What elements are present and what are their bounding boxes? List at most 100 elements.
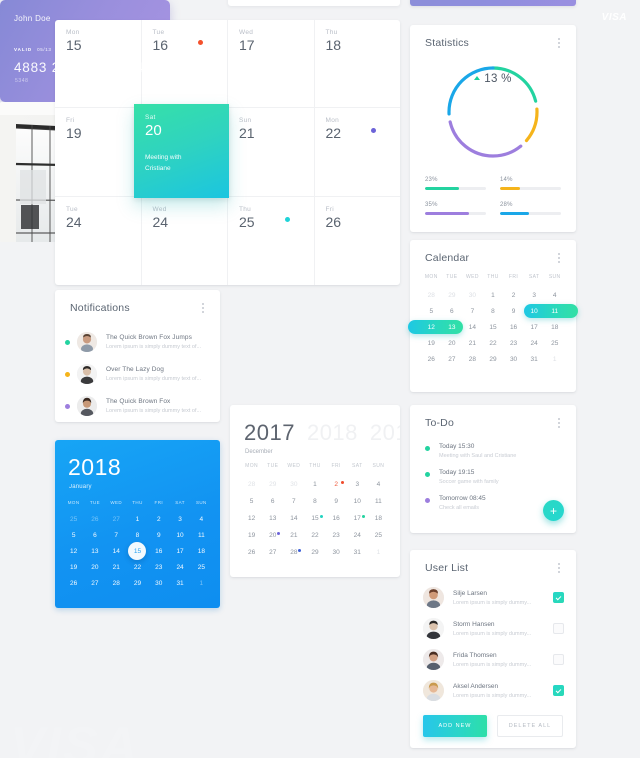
calendar-day[interactable]: 21 [106, 559, 127, 575]
year-selector[interactable]: 2017 2018 2019 [244, 420, 400, 446]
calendar-day[interactable]: 6 [84, 527, 105, 543]
calendar-day[interactable]: 26 [421, 351, 442, 367]
calendar-year-next2[interactable]: 2019 [370, 420, 400, 445]
calendar-day[interactable]: 27 [262, 544, 283, 561]
calendar-day[interactable]: 23 [326, 527, 347, 544]
calendar-day[interactable]: 27 [84, 575, 105, 591]
add-new-button[interactable]: ADD NEW [423, 715, 487, 737]
day-cell[interactable]: Thu 25 [228, 196, 315, 285]
user-list-menu-icon[interactable] [554, 561, 564, 575]
calendar-day[interactable]: 31 [524, 351, 545, 367]
user-checkbox[interactable] [553, 685, 564, 696]
table-row[interactable]: Aksel Andersen Lorem ipsum is simply dum… [410, 675, 576, 706]
day-cell[interactable]: Wed 17 [228, 20, 315, 109]
calendar-day[interactable]: 22 [127, 559, 148, 575]
calendar-day[interactable]: 1 [368, 544, 389, 561]
calendar-day[interactable]: 30 [503, 351, 524, 367]
calendar-day[interactable]: 28 [241, 476, 262, 493]
user-checkbox[interactable] [553, 654, 564, 665]
add-todo-button[interactable]: + [543, 500, 564, 521]
calendar-day[interactable]: 20 [442, 335, 463, 351]
calendar-day[interactable]: 19 [63, 559, 84, 575]
list-item[interactable]: The Quick Brown Fox Jumps Lorem ipsum is… [55, 326, 220, 358]
calendar-day[interactable]: 25 [544, 335, 565, 351]
calendar-day[interactable]: 1 [191, 575, 212, 591]
list-item[interactable]: Over The Lazy Dog Lorem ipsum is simply … [55, 358, 220, 390]
calendar-day[interactable]: 18 [191, 543, 212, 559]
user-checkbox[interactable] [553, 623, 564, 634]
calendar-day[interactable]: 28 [421, 287, 442, 303]
calendar-day[interactable]: 4 [368, 476, 389, 493]
calendar-day[interactable]: 12 [241, 510, 262, 527]
calendar-day[interactable]: 9 [148, 527, 169, 543]
day-cell[interactable]: Mon 22 [314, 108, 400, 197]
calendar-day[interactable]: 18 [368, 510, 389, 527]
calendar-day[interactable]: 29 [304, 544, 325, 561]
day-cell[interactable]: Thu 18 [314, 20, 400, 109]
calendar-day[interactable]: 13 [262, 510, 283, 527]
table-row[interactable]: Frida Thomsen Lorem ipsum is simply dumm… [410, 644, 576, 675]
calendar-day[interactable]: 18 [544, 319, 565, 335]
calendar-day[interactable]: 12 [63, 543, 84, 559]
calendar-day[interactable]: 29 [442, 287, 463, 303]
calendar-day[interactable]: 19 [421, 335, 442, 351]
day-cell[interactable]: Fri 19 [55, 108, 142, 197]
calendar-day[interactable]: 8 [127, 527, 148, 543]
calendar-day[interactable]: 13 [442, 319, 463, 335]
calendar-day[interactable]: 5 [241, 493, 262, 510]
calendar-day[interactable]: 26 [84, 511, 105, 527]
calendar-day[interactable]: 3 [524, 287, 545, 303]
calendar-day[interactable]: 9 [326, 493, 347, 510]
calendar-day[interactable]: 16 [326, 510, 347, 527]
todo-menu-icon[interactable] [554, 416, 564, 430]
calendar-day[interactable]: 11 [191, 527, 212, 543]
calendar-day[interactable]: 16 [503, 319, 524, 335]
calendar-day[interactable]: 7 [462, 303, 483, 319]
selected-event-tile[interactable]: Sat 20 Meeting with Cristiane [134, 104, 229, 198]
calendar-day[interactable]: 31 [347, 544, 368, 561]
calendar-day[interactable]: 1 [127, 511, 148, 527]
calendar-day[interactable]: 1 [483, 287, 504, 303]
calendar-menu-icon[interactable] [554, 251, 564, 265]
calendar-day[interactable]: 27 [442, 351, 463, 367]
calendar-day[interactable]: 21 [283, 527, 304, 544]
calendar-day[interactable]: 11 [544, 303, 565, 319]
calendar-day[interactable]: 6 [442, 303, 463, 319]
table-row[interactable]: Storm Hansen Lorem ipsum is simply dummy… [410, 613, 576, 644]
calendar-day[interactable]: 3 [169, 511, 190, 527]
calendar-day[interactable]: 23 [503, 335, 524, 351]
calendar-day[interactable]: 2 [148, 511, 169, 527]
calendar-day[interactable]: 6 [262, 493, 283, 510]
calendar-day[interactable]: 24 [169, 559, 190, 575]
calendar-day[interactable]: 1 [544, 351, 565, 367]
calendar-day[interactable]: 21 [462, 335, 483, 351]
calendar-day[interactable]: 2 [326, 476, 347, 493]
calendar-day[interactable]: 25 [368, 527, 389, 544]
calendar-day[interactable]: 26 [241, 544, 262, 561]
calendar-day[interactable]: 27 [106, 511, 127, 527]
calendar-day[interactable]: 30 [283, 476, 304, 493]
day-cell[interactable]: Sun 21 [228, 108, 315, 197]
calendar-day[interactable]: 10 [524, 303, 545, 319]
calendar-day[interactable]: 29 [262, 476, 283, 493]
calendar-day[interactable]: 16 [148, 543, 169, 559]
statistics-menu-icon[interactable] [554, 36, 564, 50]
calendar-day[interactable]: 30 [462, 287, 483, 303]
calendar-day[interactable]: 17 [524, 319, 545, 335]
calendar-day[interactable]: 24 [347, 527, 368, 544]
calendar-day[interactable]: 1 [304, 476, 325, 493]
list-item[interactable]: The Quick Brown Fox Lorem ipsum is simpl… [55, 390, 220, 422]
calendar-day[interactable]: 29 [127, 575, 148, 591]
list-item[interactable]: Today 19:15 Soccer game with family [410, 464, 576, 490]
calendar-day[interactable]: 29 [483, 351, 504, 367]
calendar-day[interactable]: 28 [283, 544, 304, 561]
day-cell[interactable]: Fri 26 [315, 197, 401, 285]
table-row[interactable]: Silje Larsen Lorem ipsum is simply dummy… [410, 582, 576, 613]
calendar-day[interactable]: 14 [462, 319, 483, 335]
calendar-day[interactable]: 4 [544, 287, 565, 303]
calendar-day[interactable]: 8 [304, 493, 325, 510]
calendar-day[interactable]: 20 [262, 527, 283, 544]
calendar-day[interactable]: 8 [483, 303, 504, 319]
day-cell[interactable]: Tue 24 [55, 196, 142, 285]
calendar-day[interactable]: 13 [84, 543, 105, 559]
